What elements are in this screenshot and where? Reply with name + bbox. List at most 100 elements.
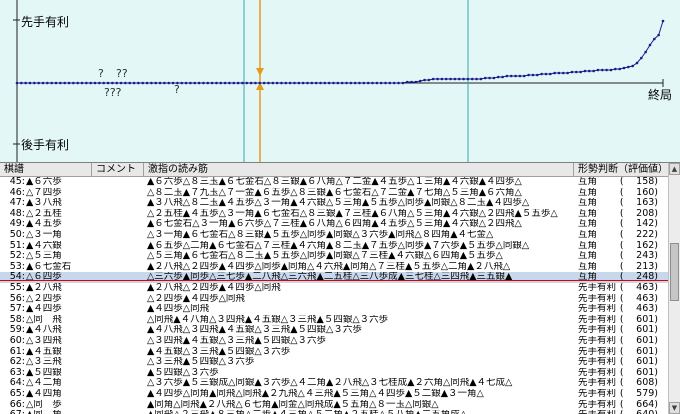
principal-variation: ▲４八飛△３四飛▲４五銀△３三飛▲５四銀△３六歩 — [147, 325, 362, 336]
principal-variation: △２五桂▲４五歩△３一角▲６七金右△８三銀▲７三桂▲６八角△５三角▲４六銀△２四… — [147, 208, 558, 219]
principal-variation: ▲６五歩△二角▲６七金右△７三桂▲４六角▲８二玉▲７五歩△同歩▲７六歩▲５五歩△… — [147, 240, 530, 251]
table-row[interactable]: 51: ▲４六銀 ▲６五歩△二角▲６七金右△７三桂▲４六角▲８二玉▲７五歩△同歩▲７… — [0, 241, 668, 252]
evaluation-point — [249, 81, 253, 85]
table-row[interactable]: 47: ▲３八飛 ▲３八飛△８二玉▲４五歩△３一角▲４六銀△５三角▲５五歩△同歩▲同… — [0, 198, 668, 209]
evaluation-point — [232, 81, 236, 85]
column-header-kifu[interactable]: 棋譜 — [0, 163, 92, 176]
table-row[interactable]: 49: ▲４五歩 ▲６七金右△３一角▲６六歩△７三桂▲６八角△６四角▲４五歩△５三角… — [0, 219, 668, 230]
move-number: 54: — [9, 272, 25, 283]
table-row[interactable]: 54: △６四歩 △三六歩▲同歩△三七歩▲二八飛△三六飛▲二五桂△三八歩成▲三七桂△… — [0, 272, 668, 283]
evaluation-score: ( 208) — [619, 208, 658, 219]
table-row[interactable]: 67:▲同 角 ▲同飛△２三飛▲８三角△二歩▲４三角△５二角▲２五桂△５八角▲二五… — [0, 410, 668, 414]
table-row[interactable]: 45: ▲６六歩 ▲６六歩△８三玉▲６七金右△８三銀▲６八角△７二金▲４五歩△１三角… — [0, 177, 668, 188]
evaluation-point — [470, 77, 474, 81]
evaluation-point — [193, 81, 197, 85]
evaluation-score: ( 608) — [619, 378, 658, 389]
move-notation: ▲同 角 — [26, 410, 92, 414]
evaluation-point — [184, 81, 188, 85]
evaluation-point — [557, 71, 561, 75]
evaluation-point — [496, 75, 500, 79]
evaluation-point — [570, 70, 574, 74]
evaluation-point — [657, 33, 660, 37]
question-mark-lower-2: ? — [174, 83, 180, 96]
vertical-scrollbar[interactable]: ▲ ▼ — [668, 163, 680, 414]
table-row[interactable]: 53: ▲６七金右 ▲２八飛△２四歩▲４四歩△同歩▲同角△４六飛▲同角△７三桂▲５五… — [0, 262, 668, 273]
table-row[interactable]: 55: ▲２八飛 ▲２八飛△２四歩▲４四歩△同飛 先手有利( 463) — [0, 283, 668, 294]
evaluation-point — [124, 81, 127, 85]
table-row[interactable]: 64: △４二角 △３六歩▲５三銀成△同銀▲３六歩△４二角▲２八飛△３七桂成▲２六角… — [0, 378, 668, 389]
table-row[interactable]: 56: △２四歩 △２四歩▲４四歩△同飛 先手有利( 463) — [0, 294, 668, 305]
move-notation: △同 飛 — [26, 314, 62, 325]
evaluation-point — [492, 76, 496, 80]
question-mark-upper-1: ? — [98, 67, 104, 80]
move-number: 64: — [9, 378, 25, 389]
table-row[interactable]: 66: △同 歩 ▲同角△同飛▲２八飛△６七角▲同金△同飛成▲５五角△８一玉△同銀△… — [0, 400, 668, 411]
evaluation-point — [267, 81, 270, 85]
move-number: 55: — [9, 283, 25, 293]
move-notation: △３三飛 — [26, 357, 62, 368]
evaluation-point — [388, 81, 392, 85]
evaluation-point — [197, 81, 201, 85]
table-row[interactable]: 50: △３一角 △３一角▲６七金右△８三銀▲５五歩△同歩▲同銀△３六歩▲同飛△８四… — [0, 230, 668, 241]
evaluation-point — [102, 81, 106, 85]
evaluation-point — [566, 71, 569, 75]
move-number: 61: — [9, 346, 25, 357]
table-row[interactable]: 59: ▲４八飛 ▲４八飛△３四飛▲４五銀△３三飛▲５四銀△３六歩 先手有利( 601… — [0, 325, 668, 336]
evaluation-point — [366, 81, 370, 85]
move-number: 62: — [9, 357, 25, 368]
table-row[interactable]: 61: ▲４五銀 ▲４五銀△３三飛▲５四銀△３六歩 先手有利( 601) — [0, 347, 668, 358]
evaluation-point — [50, 81, 53, 85]
evaluation-point — [137, 81, 140, 85]
kifu-table[interactable]: 棋譜 コメント 激指の読み筋 形勢判断（評価値） 45: ▲６六歩 ▲６六歩△８三玉… — [0, 163, 668, 414]
scroll-up-button[interactable]: ▲ — [669, 163, 680, 175]
column-header-evaluation[interactable]: 形勢判断（評価値） — [574, 163, 668, 176]
evaluation-point — [614, 67, 617, 71]
principal-variation: ▲６六歩△８三玉▲６七金右△８三銀▲６八角△７二金▲４五歩△１三角▲４六銀▲４四… — [147, 177, 522, 187]
column-header-pv[interactable]: 激指の読み筋 — [144, 163, 574, 176]
move-notation: △２四歩 — [26, 293, 62, 304]
table-row[interactable]: 58: △同 飛 △同飛▲４八角△３四飛▲４五銀△３三飛▲５四銀△３六歩 先手有利( … — [0, 315, 668, 326]
evaluation-point — [514, 74, 517, 78]
evaluation-score: ( 163) — [619, 198, 658, 209]
evaluation-point — [444, 77, 448, 81]
evaluation-point — [401, 81, 405, 85]
column-header-comment[interactable]: コメント — [92, 163, 144, 176]
game-end-label: 終局 — [648, 88, 673, 102]
evaluation-point — [431, 77, 435, 81]
table-row[interactable]: 60: △３四飛 △３四飛▲４五銀△３三飛▲５四銀△３六歩 先手有利( 601) — [0, 336, 668, 347]
table-row[interactable]: 62: △３三飛 △３三飛▲５四銀△３六歩 先手有利( 601) — [0, 357, 668, 368]
scroll-down-button[interactable]: ▼ — [669, 402, 680, 414]
evaluation-point — [24, 81, 27, 85]
move-notation: ▲６七金右 — [26, 261, 72, 272]
table-row[interactable]: 46: △７四歩 △８二玉▲７九玉△７一金▲６五歩△８三銀▲６七金右△７二金▲７七角… — [0, 188, 668, 199]
evaluation-point — [98, 81, 101, 85]
evaluation-score: ( 162) — [619, 240, 658, 251]
principal-variation: △３一角▲６七金右△８三銀▲５五歩△同歩▲同銀△３六歩▲同飛△８四角▲４七金△ — [147, 230, 494, 240]
scroll-thumb[interactable] — [670, 243, 679, 301]
evaluation-point — [115, 81, 119, 85]
evaluation-point — [488, 76, 491, 80]
evaluation-point — [574, 70, 578, 74]
table-row[interactable]: 63: ▲５四銀 ▲５四銀△３六歩 先手有利( 601) — [0, 368, 668, 379]
evaluation-point — [54, 81, 58, 85]
principal-variation: △３三飛▲５四銀△３六歩 — [147, 357, 255, 368]
evaluation-point — [527, 73, 530, 77]
evaluation-point — [271, 81, 275, 85]
evaluation-point — [392, 81, 396, 85]
evaluation-point — [167, 81, 171, 85]
evaluation-point — [145, 81, 149, 85]
evaluation-point — [609, 68, 613, 72]
table-row[interactable]: 65: ▲４四角 ▲４四歩△同角▲同飛△同飛▲２九飛△４三飛▲５三角△４四歩▲５二銀… — [0, 389, 668, 400]
table-row[interactable]: 57: ▲４四歩 ▲４四歩△同飛 先手有利( 463) — [0, 304, 668, 315]
move-notation: ▲２八飛 — [26, 283, 62, 293]
evaluation-point — [323, 81, 327, 85]
evaluation-point — [384, 81, 387, 85]
table-row[interactable]: 52: △５三角 △５三角▲６七金右△８二玉▲５五歩△同歩▲同銀△７三桂▲４六銀△６… — [0, 251, 668, 262]
evaluation-point — [371, 81, 374, 85]
table-row[interactable]: 48: △２五桂 △２五桂▲４五歩△３一角▲６七金右△８三銀▲７三桂▲６八角△５三角… — [0, 209, 668, 220]
evaluation-graph[interactable]: 先手有利 後手有利 終局 ? ?? ??? ? — [0, 0, 680, 163]
evaluation-point — [544, 72, 548, 76]
evaluation-point — [85, 81, 88, 85]
evaluation-point — [475, 77, 478, 81]
evaluation-point — [336, 81, 340, 85]
